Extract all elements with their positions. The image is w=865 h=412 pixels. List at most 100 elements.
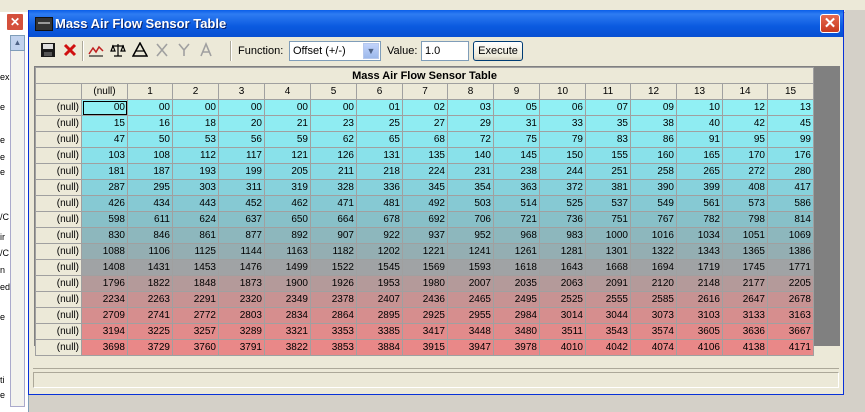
table-cell[interactable]: 2709 [81,307,128,324]
table-cell[interactable]: 3480 [493,323,540,340]
table-cell[interactable]: 2834 [264,307,311,324]
table-cell[interactable]: 3543 [585,323,631,340]
column-header[interactable]: 8 [447,83,494,100]
table-cell[interactable]: 75 [493,131,540,148]
table-cell[interactable]: 1182 [310,243,357,260]
table-cell[interactable]: 18 [172,115,219,132]
table-cell[interactable]: 2349 [264,291,311,308]
table-cell[interactable]: 372 [539,179,586,196]
table-cell[interactable]: 1261 [493,243,540,260]
table-cell[interactable]: 624 [172,211,219,228]
column-header[interactable]: 9 [493,83,540,100]
table-cell[interactable]: 62 [310,131,357,148]
table-cell[interactable]: 399 [676,179,723,196]
table-cell[interactable]: 00 [81,99,128,116]
table-cell[interactable]: 1926 [310,275,357,292]
table-cell[interactable]: 1343 [676,243,723,260]
table-cell[interactable]: 35 [585,115,631,132]
table-cell[interactable]: 4010 [539,339,586,356]
table-cell[interactable]: 1980 [402,275,448,292]
row-header[interactable]: (null) [35,147,82,164]
table-cell[interactable]: 381 [585,179,631,196]
table-cell[interactable]: 2320 [218,291,265,308]
table-cell[interactable]: 21 [264,115,311,132]
table-cell[interactable]: 3385 [356,323,403,340]
table-cell[interactable]: 1745 [722,259,768,276]
table-cell[interactable]: 287 [81,179,128,196]
table-cell[interactable]: 86 [630,131,677,148]
table-cell[interactable]: 798 [722,211,768,228]
table-cell[interactable]: 3073 [630,307,677,324]
table-cell[interactable]: 33 [539,115,586,132]
table-cell[interactable]: 1694 [630,259,677,276]
table-cell[interactable]: 280 [767,163,814,180]
table-cell[interactable]: 117 [218,147,265,164]
table-cell[interactable]: 3947 [447,339,494,356]
table-cell[interactable]: 224 [402,163,448,180]
table-cell[interactable]: 1202 [356,243,403,260]
table-cell[interactable]: 706 [447,211,494,228]
table-cell[interactable]: 586 [767,195,814,212]
table-cell[interactable]: 2647 [722,291,768,308]
table-cell[interactable]: 38 [630,115,677,132]
table-cell[interactable]: 1453 [172,259,219,276]
table-cell[interactable]: 481 [356,195,403,212]
table-cell[interactable]: 4074 [630,339,677,356]
table-cell[interactable]: 59 [264,131,311,148]
table-cell[interactable]: 1088 [81,243,128,260]
table-cell[interactable]: 1322 [630,243,677,260]
table-cell[interactable]: 1569 [402,259,448,276]
column-header[interactable]: 5 [310,83,357,100]
row-header[interactable]: (null) [35,227,82,244]
row-header[interactable]: (null) [35,339,82,356]
row-header[interactable]: (null) [35,163,82,180]
table-cell[interactable]: 1144 [218,243,265,260]
a-icon[interactable] [197,41,215,60]
row-header[interactable]: (null) [35,195,82,212]
table-cell[interactable]: 1593 [447,259,494,276]
column-header[interactable]: 14 [722,83,768,100]
table-cell[interactable]: 07 [585,99,631,116]
column-header[interactable]: 2 [172,83,219,100]
table-cell[interactable]: 345 [402,179,448,196]
table-cell[interactable]: 06 [539,99,586,116]
table-cell[interactable]: 01 [356,99,403,116]
table-cell[interactable]: 751 [585,211,631,228]
table-cell[interactable]: 492 [402,195,448,212]
table-cell[interactable]: 3014 [539,307,586,324]
table-cell[interactable]: 05 [493,99,540,116]
table-cell[interactable]: 3511 [539,323,586,340]
table-cell[interactable]: 1408 [81,259,128,276]
table-cell[interactable]: 00 [218,99,265,116]
table-cell[interactable]: 53 [172,131,219,148]
row-header[interactable]: (null) [35,115,82,132]
table-cell[interactable]: 877 [218,227,265,244]
table-cell[interactable]: 2864 [310,307,357,324]
table-cell[interactable]: 03 [447,99,494,116]
table-cell[interactable]: 16 [127,115,173,132]
table-cell[interactable]: 65 [356,131,403,148]
table-cell[interactable]: 922 [356,227,403,244]
table-cell[interactable]: 2035 [493,275,540,292]
row-header[interactable]: (null) [35,275,82,292]
table-cell[interactable]: 2772 [172,307,219,324]
table-cell[interactable]: 1016 [630,227,677,244]
table-cell[interactable]: 2120 [630,275,677,292]
table-cell[interactable]: 00 [264,99,311,116]
table-cell[interactable]: 160 [630,147,677,164]
table-cell[interactable]: 272 [722,163,768,180]
table-cell[interactable]: 692 [402,211,448,228]
graph-icon[interactable] [87,42,105,60]
table-cell[interactable]: 814 [767,211,814,228]
table-cell[interactable]: 199 [218,163,265,180]
table-cell[interactable]: 15 [81,115,128,132]
table-cell[interactable]: 736 [539,211,586,228]
table-cell[interactable]: 3257 [172,323,219,340]
table-cell[interactable]: 311 [218,179,265,196]
table-cell[interactable]: 1618 [493,259,540,276]
column-header[interactable]: 12 [630,83,677,100]
table-cell[interactable]: 99 [767,131,814,148]
table-cell[interactable]: 721 [493,211,540,228]
table-cell[interactable]: 303 [172,179,219,196]
table-cell[interactable]: 27 [402,115,448,132]
